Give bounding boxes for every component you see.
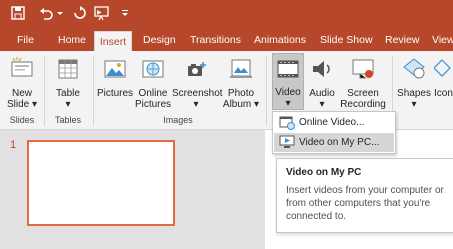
screen-recording-label-1: Screen xyxy=(347,88,379,99)
redo-icon[interactable] xyxy=(72,5,90,23)
tab-home[interactable]: Home xyxy=(58,29,86,51)
shapes-button[interactable]: Shapes ▾ xyxy=(396,56,432,110)
tab-file[interactable]: File xyxy=(17,29,34,51)
slide-thumbnail[interactable] xyxy=(27,140,175,226)
menu-item-video-on-my-pc[interactable]: Video on My PC... xyxy=(274,133,394,152)
new-slide-label-1: New xyxy=(11,88,32,99)
photo-album-icon xyxy=(230,59,252,78)
online-video-icon xyxy=(279,116,295,130)
chevron-down-icon: ▾ xyxy=(65,99,71,110)
tab-slide-show[interactable]: Slide Show xyxy=(320,29,373,51)
tab-animations[interactable]: Animations xyxy=(254,29,306,51)
undo-dropdown-icon[interactable] xyxy=(56,5,64,23)
tab-design[interactable]: Design xyxy=(143,29,176,51)
group-separator xyxy=(44,56,45,126)
new-slide-label-2: Slide ▾ xyxy=(6,99,38,110)
table-label: Table xyxy=(56,88,80,99)
chevron-down-icon: ▾ xyxy=(193,99,199,110)
chevron-down-icon: ▾ xyxy=(32,99,38,110)
customize-qat-icon[interactable] xyxy=(120,5,130,23)
tab-view[interactable]: View xyxy=(432,29,453,51)
video-dropdown-menu: Online Video... Video on My PC... xyxy=(272,111,396,154)
online-pictures-label-1: Online xyxy=(138,88,168,99)
chevron-down-icon: ▾ xyxy=(319,99,325,110)
tooltip-title: Video on My PC xyxy=(286,167,362,178)
save-icon[interactable] xyxy=(10,5,28,23)
new-slide-button[interactable]: New Slide ▾ xyxy=(5,56,39,110)
audio-button[interactable]: Audio ▾ xyxy=(305,56,339,110)
screenshot-icon xyxy=(188,62,206,76)
group-separator xyxy=(93,56,94,126)
video-on-pc-icon xyxy=(279,135,295,148)
icons-label: Icons xyxy=(434,88,453,99)
start-from-beginning-icon[interactable]: ▶ xyxy=(94,5,112,23)
photo-album-button[interactable]: Photo Album ▾ xyxy=(222,56,260,110)
icons-button[interactable]: Icons xyxy=(434,56,453,99)
screen-recording-button[interactable]: Screen Recording xyxy=(339,56,387,110)
shapes-icon xyxy=(403,58,425,79)
shapes-label: Shapes xyxy=(397,88,431,99)
pictures-icon xyxy=(104,60,126,78)
chevron-down-icon: ▾ xyxy=(411,99,417,110)
table-button[interactable]: Table ▾ xyxy=(50,56,86,110)
video-icon xyxy=(277,60,299,78)
online-pictures-label-2: Pictures xyxy=(134,99,172,110)
screen-recording-icon xyxy=(352,59,374,79)
photo-album-label-1: Photo xyxy=(227,88,255,99)
audio-label: Audio xyxy=(309,88,335,99)
speaker-icon xyxy=(313,61,330,77)
group-label-tables: Tables xyxy=(54,115,81,125)
screen-recording-label-2: Recording xyxy=(340,99,386,110)
group-separator xyxy=(266,56,267,126)
tooltip-description: Insert videos from your computer or from… xyxy=(286,185,444,222)
group-label-slides: Slides xyxy=(9,115,35,125)
group-label-images: Images xyxy=(163,115,193,125)
video-on-pc-label: Video on My PC... xyxy=(299,137,380,148)
online-video-label: Online Video... xyxy=(299,117,365,128)
video-button[interactable]: Video ▾ xyxy=(272,53,304,110)
slide-number: 1 xyxy=(10,139,17,151)
pictures-label: Pictures xyxy=(96,88,134,99)
ribbon-tabs: File Home Insert Design Transitions Anim… xyxy=(0,29,453,52)
tab-insert[interactable]: Insert xyxy=(94,31,132,52)
icons-icon xyxy=(434,59,451,77)
chevron-down-icon: ▾ xyxy=(285,98,291,109)
screenshot-button[interactable]: Screenshot ▾ xyxy=(172,56,223,110)
online-pictures-icon xyxy=(142,60,164,78)
online-pictures-button[interactable]: Online Pictures xyxy=(134,56,172,110)
title-bar: ▶ xyxy=(0,0,453,29)
table-icon xyxy=(58,59,78,79)
pictures-button[interactable]: Pictures xyxy=(96,56,134,99)
new-slide-icon xyxy=(11,57,33,77)
screenshot-label: Screenshot xyxy=(172,88,223,99)
tab-transitions[interactable]: Transitions xyxy=(190,29,241,51)
video-label: Video xyxy=(275,87,301,98)
svg-text:▶: ▶ xyxy=(97,9,102,16)
photo-album-label-2: Album ▾ xyxy=(222,99,260,110)
tab-review[interactable]: Review xyxy=(385,29,419,51)
menu-item-online-video[interactable]: Online Video... xyxy=(274,113,394,132)
chevron-down-icon: ▾ xyxy=(254,99,260,110)
undo-icon[interactable] xyxy=(38,5,56,23)
